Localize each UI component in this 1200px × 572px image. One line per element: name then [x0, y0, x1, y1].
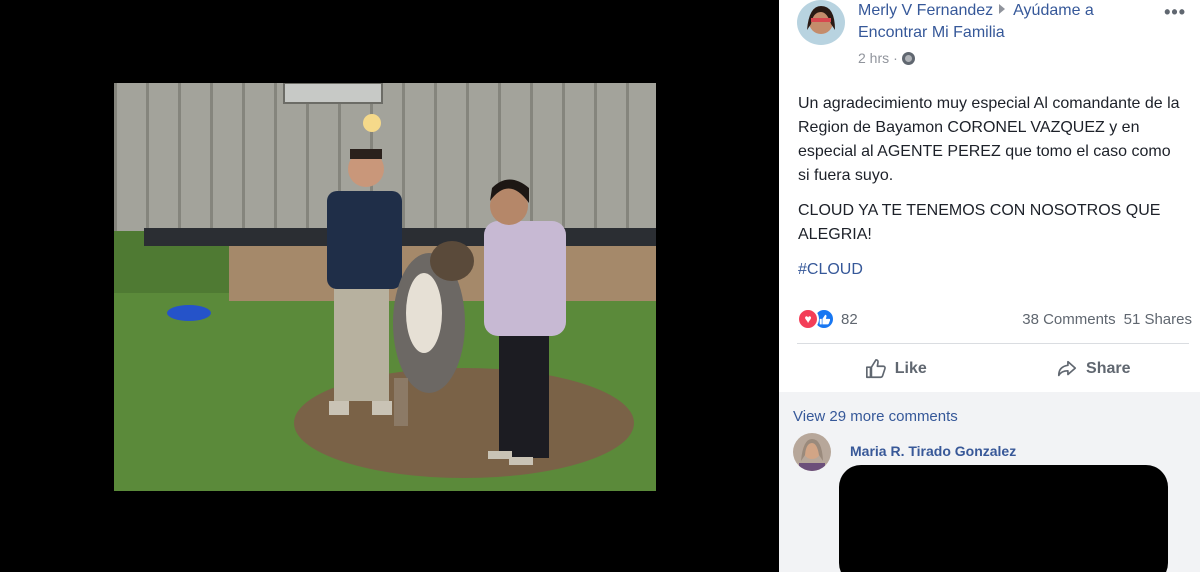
thumbs-up-icon — [865, 359, 886, 379]
author-name[interactable]: Merly V Fernandez — [858, 2, 993, 19]
commenter-name[interactable]: Maria R. Tirado Gonzalez — [850, 443, 1016, 459]
comment-bubble — [839, 465, 1168, 572]
commenter-avatar[interactable] — [793, 433, 831, 471]
post-meta: 2 hrs · — [858, 50, 915, 66]
share-button[interactable]: Share — [995, 350, 1193, 388]
heart-icon: ♥ — [797, 308, 819, 330]
share-icon — [1057, 360, 1077, 377]
reactions-bar: ♥ 82 38 Comments 51 Shares — [797, 306, 1192, 332]
view-more-comments-link[interactable]: View 29 more comments — [793, 408, 958, 425]
action-bar: Like Share — [797, 350, 1192, 388]
reaction-count[interactable]: 82 — [841, 311, 858, 328]
comments-count[interactable]: 38 Comments — [1022, 311, 1115, 328]
photo-viewer — [0, 0, 779, 572]
arrow-right-icon — [999, 4, 1006, 14]
like-label: Like — [894, 360, 927, 377]
post-header: Merly V Fernandez Ayúdame a Encontrar Mi … — [797, 0, 1192, 70]
hashtag-link[interactable]: #CLOUD — [798, 261, 863, 278]
shares-count[interactable]: 51 Shares — [1124, 311, 1192, 328]
post-title: Merly V Fernandez Ayúdame a Encontrar Mi … — [858, 0, 1158, 44]
share-label: Share — [1086, 360, 1131, 377]
globe-icon[interactable] — [901, 51, 915, 65]
post-panel: Merly V Fernandez Ayúdame a Encontrar Mi … — [779, 0, 1200, 572]
post-paragraph: Un agradecimiento muy especial Al comand… — [798, 95, 1180, 184]
post-time[interactable]: 2 hrs — [858, 50, 889, 66]
comments-section: View 29 more comments Maria R. Tirado Go… — [779, 392, 1200, 572]
post-body: Un agradecimiento muy especial Al comand… — [798, 92, 1183, 293]
author-avatar[interactable] — [797, 0, 845, 45]
divider — [797, 343, 1189, 344]
post-paragraph: CLOUD YA TE TENEMOS CON NOSOTROS QUE ALE… — [798, 202, 1161, 243]
reaction-icons[interactable]: ♥ — [797, 308, 835, 330]
more-horizontal-icon[interactable]: ••• — [1164, 2, 1186, 23]
post-photo[interactable] — [114, 83, 656, 491]
engagement-counts: 38 Comments 51 Shares — [1022, 311, 1192, 328]
like-button[interactable]: Like — [797, 350, 995, 388]
